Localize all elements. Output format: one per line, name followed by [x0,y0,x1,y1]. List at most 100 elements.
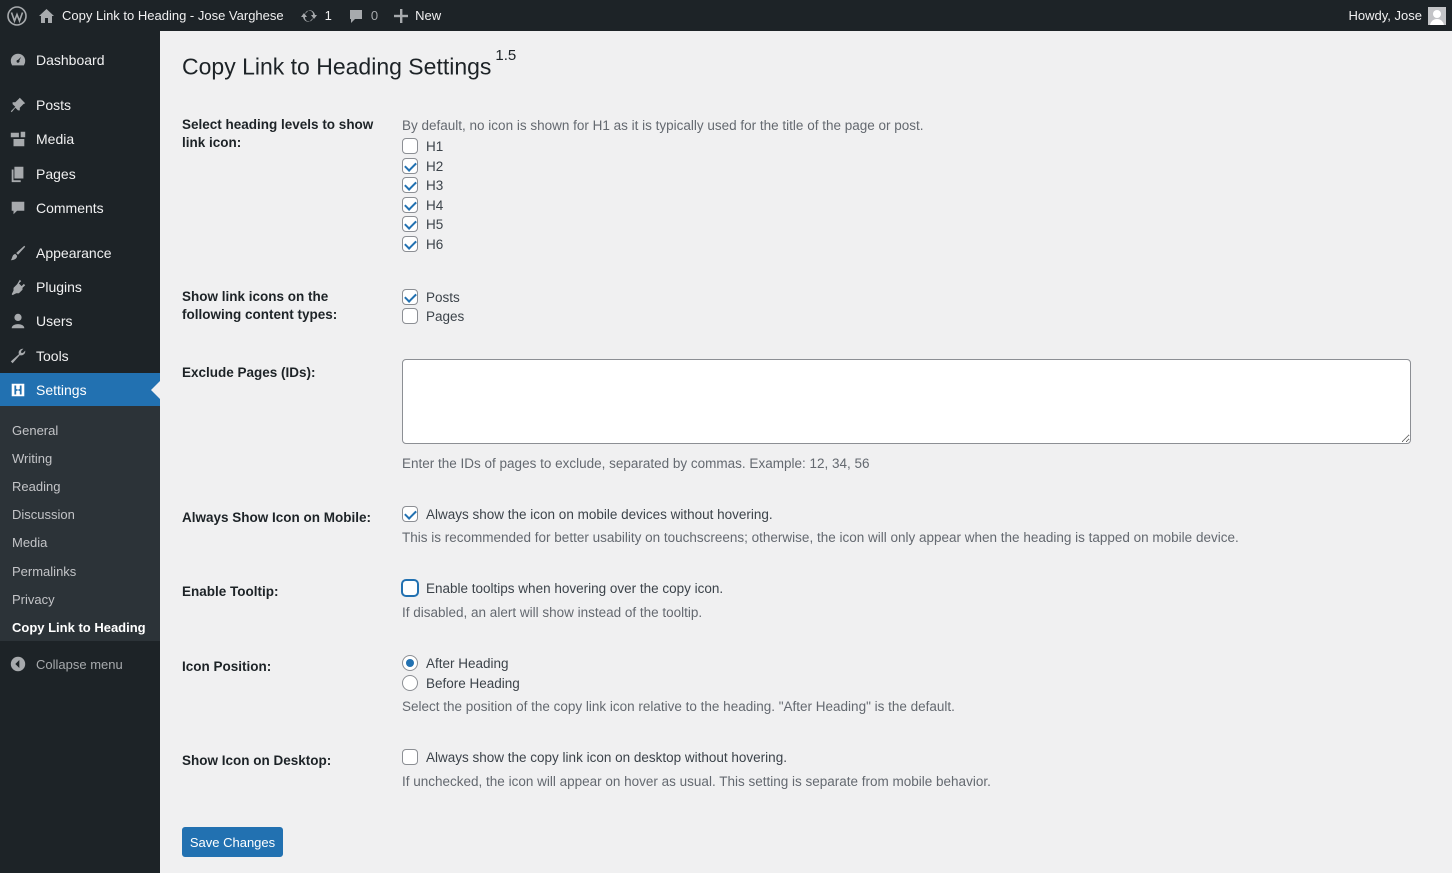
radio-label: After Heading [426,655,509,671]
collapse-menu-label: Collapse menu [36,656,123,672]
updates-icon [300,8,318,24]
plugin-icon [0,278,36,296]
radio-button[interactable] [402,655,418,671]
submenu-reading[interactable]: Reading [0,472,160,500]
avatar [1428,6,1446,25]
new-label: New [415,8,442,23]
exclude-pages-label: Exclude Pages (IDs): [182,365,316,380]
site-name-label: Copy Link to Heading - Jose Varghese [62,8,284,23]
plugin-version: 1.5 [495,47,517,64]
icon-position-label: Icon Position: [182,659,272,674]
comments-icon [0,199,36,217]
heading-h4-checkbox[interactable]: H4 [402,196,443,214]
checkbox-box[interactable] [402,216,418,232]
checkbox-label: Enable tooltips when hovering over the c… [426,580,724,596]
radio-label: Before Heading [426,675,520,691]
dashboard-icon [0,51,36,69]
howdy-label: Howdy, Jose [1348,8,1422,23]
checkbox-box[interactable] [402,236,418,252]
heading-levels-label: Select heading levels to show link icon: [182,117,374,150]
sidebar-item-tools[interactable]: Tools [0,339,160,373]
content-type-pages-checkbox[interactable]: Pages [402,307,464,325]
account-menu[interactable]: Howdy, Jose [1341,0,1446,31]
checkbox-label: H2 [426,158,444,174]
tooltip-description: If disabled, an alert will show instead … [402,605,703,620]
sidebar-item-appearance[interactable]: Appearance [0,236,160,270]
heading-h6-checkbox[interactable]: H6 [402,235,443,253]
checkbox-box[interactable] [402,506,418,522]
admin-bar: Copy Link to Heading - Jose Varghese 1 0… [0,0,1452,31]
icon-position-after-radio[interactable]: After Heading [402,654,509,672]
submenu-copy-link-to-heading[interactable]: Copy Link to Heading [0,613,160,641]
sidebar-item-media[interactable]: Media [0,122,160,156]
checkbox-label: H4 [426,197,444,213]
tooltip-enable-checkbox[interactable]: Enable tooltips when hovering over the c… [402,579,723,597]
updates-count: 1 [324,8,332,23]
sidebar-item-comments[interactable]: Comments [0,191,160,225]
collapse-menu-button[interactable]: Collapse menu [0,647,160,681]
submenu-media[interactable]: Media [0,529,160,557]
mobile-always-show-checkbox[interactable]: Always show the icon on mobile devices w… [402,505,773,523]
heading-h3-checkbox[interactable]: H3 [402,176,443,194]
icon-position-before-radio[interactable]: Before Heading [402,674,520,692]
settings-icon [0,381,36,399]
exclude-pages-textarea[interactable] [402,359,1411,444]
checkbox-label: Pages [426,308,465,324]
content-type-posts-checkbox[interactable]: Posts [402,288,460,306]
users-icon [0,312,36,330]
checkbox-box[interactable] [402,177,418,193]
sidebar-item-plugins[interactable]: Plugins [0,270,160,304]
heading-h2-checkbox[interactable]: H2 [402,157,443,175]
collapse-arrow-icon [0,655,36,673]
submenu-privacy[interactable]: Privacy [0,585,160,613]
sidebar-item-posts[interactable]: Posts [0,88,160,122]
checkbox-box[interactable] [402,749,418,765]
checkbox-box[interactable] [402,580,418,596]
pages-icon [0,165,36,183]
sidebar-item-pages[interactable]: Pages [0,157,160,191]
heading-h5-checkbox[interactable]: H5 [402,215,443,233]
updates-link[interactable]: 1 [292,0,340,31]
submenu-discussion[interactable]: Discussion [0,501,160,529]
save-changes-button[interactable]: Save Changes [182,827,283,857]
settings-submenu: General Writing Reading Discussion Media… [0,406,160,641]
checkbox-label: Always show the icon on mobile devices w… [426,506,773,522]
mobile-description: This is recommended for better usability… [402,530,1239,545]
checkbox-label: H3 [426,177,444,193]
submenu-permalinks[interactable]: Permalinks [0,557,160,585]
sidebar-item-users[interactable]: Users [0,304,160,338]
checkbox-box[interactable] [402,289,418,305]
comments-link[interactable]: 0 [340,0,386,31]
home-icon [38,8,55,24]
desktop-label: Show Icon on Desktop: [182,753,332,768]
new-content-link[interactable]: New [386,0,449,31]
media-icon [0,130,36,148]
content-types-label: Show link icons on the following content… [182,289,338,322]
checkbox-label: Posts [426,289,460,305]
radio-button[interactable] [402,675,418,691]
sidebar-item-settings[interactable]: Settings [0,373,160,407]
sidebar-item-dashboard[interactable]: Dashboard [0,43,160,77]
desktop-description: If unchecked, the icon will appear on ho… [402,774,991,789]
icon-position-description: Select the position of the copy link ico… [402,699,955,714]
desktop-always-show-checkbox[interactable]: Always show the copy link icon on deskto… [402,748,787,766]
site-name-link[interactable]: Copy Link to Heading - Jose Varghese [34,0,292,31]
checkbox-label: H6 [426,236,444,252]
wordpress-logo-icon[interactable] [0,0,34,31]
checkbox-box[interactable] [402,138,418,154]
brush-icon [0,244,36,262]
admin-sidebar: Dashboard Posts Media Pages Comments App… [0,31,160,873]
checkbox-box[interactable] [402,158,418,174]
mobile-label: Always Show Icon on Mobile: [182,510,372,525]
page-title-text: Copy Link to Heading Settings [182,53,492,80]
comments-count: 0 [370,8,379,23]
checkbox-label: Always show the copy link icon on deskto… [426,749,787,765]
checkbox-label: H5 [426,216,444,232]
checkbox-box[interactable] [402,308,418,324]
checkbox-box[interactable] [402,197,418,213]
submenu-writing[interactable]: Writing [0,444,160,472]
pin-icon [0,96,36,114]
exclude-pages-description: Enter the IDs of pages to exclude, separ… [402,456,870,471]
heading-h1-checkbox[interactable]: H1 [402,137,443,155]
submenu-general[interactable]: General [0,416,160,444]
